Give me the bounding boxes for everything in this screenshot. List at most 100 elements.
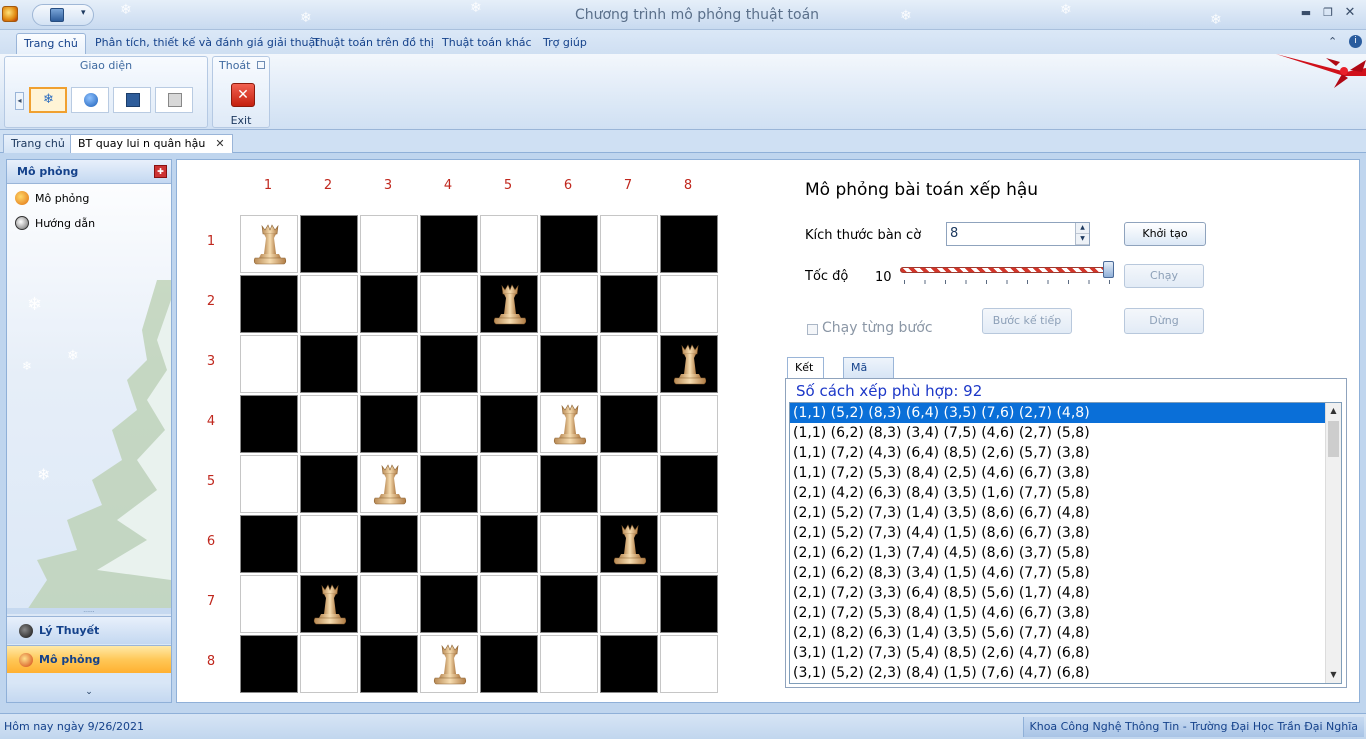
board-cell[interactable] bbox=[300, 635, 358, 693]
board-cell[interactable] bbox=[360, 335, 418, 393]
board-cell[interactable] bbox=[660, 635, 718, 693]
sidebar-splitter[interactable]: ...... bbox=[7, 608, 171, 614]
solution-row[interactable]: (2,1) (6,2) (1,3) (7,4) (4,5) (8,6) (3,7… bbox=[790, 543, 1341, 563]
tab-help[interactable]: Trợ giúp bbox=[536, 33, 594, 54]
board-cell[interactable] bbox=[480, 575, 538, 633]
sidebar-item-simulation[interactable]: Mô phỏng bbox=[15, 190, 89, 208]
tab-home[interactable]: Trang chủ bbox=[16, 33, 86, 54]
exit-icon[interactable]: ✕ bbox=[231, 83, 255, 107]
theme-blue-button[interactable] bbox=[113, 87, 151, 113]
vertical-scrollbar[interactable]: ▲ ▼ bbox=[1325, 403, 1341, 683]
sidebar-configure-chevron[interactable]: ⌄ bbox=[7, 682, 171, 702]
board-cell[interactable] bbox=[480, 275, 538, 333]
spin-down-icon[interactable]: ▼ bbox=[1076, 234, 1089, 245]
board-cell[interactable] bbox=[360, 455, 418, 513]
board-cell[interactable] bbox=[360, 395, 418, 453]
board-cell[interactable] bbox=[480, 215, 538, 273]
solution-row[interactable]: (1,1) (7,2) (5,3) (8,4) (2,5) (4,6) (6,7… bbox=[790, 463, 1341, 483]
solution-row[interactable]: (1,1) (5,2) (8,3) (6,4) (3,5) (7,6) (2,7… bbox=[790, 403, 1341, 423]
board-cell[interactable] bbox=[540, 635, 598, 693]
board-cell[interactable] bbox=[360, 515, 418, 573]
board-cell[interactable] bbox=[420, 215, 478, 273]
solution-row[interactable]: (2,1) (7,2) (5,3) (8,4) (1,5) (4,6) (6,7… bbox=[790, 603, 1341, 623]
board-cell[interactable] bbox=[240, 575, 298, 633]
tab-analysis-design[interactable]: Phân tích, thiết kế và đánh giá giải thu… bbox=[88, 33, 327, 54]
speed-slider-track[interactable] bbox=[900, 267, 1110, 273]
board-cell[interactable] bbox=[300, 395, 358, 453]
board-cell[interactable] bbox=[360, 275, 418, 333]
board-cell[interactable] bbox=[540, 215, 598, 273]
solution-row[interactable]: (2,1) (4,2) (6,3) (8,4) (3,5) (1,6) (7,7… bbox=[790, 483, 1341, 503]
scroll-down-icon[interactable]: ▼ bbox=[1326, 667, 1341, 683]
board-cell[interactable] bbox=[660, 395, 718, 453]
board-cell[interactable] bbox=[600, 635, 658, 693]
board-cell[interactable] bbox=[480, 395, 538, 453]
solution-row[interactable]: (2,1) (7,2) (3,3) (6,4) (8,5) (5,6) (1,7… bbox=[790, 583, 1341, 603]
board-cell[interactable] bbox=[600, 575, 658, 633]
doc-tab-n-queens[interactable]: BT quay lui n quân hậu ✕ bbox=[70, 134, 233, 154]
speed-slider-thumb[interactable] bbox=[1103, 261, 1114, 278]
board-cell[interactable] bbox=[540, 275, 598, 333]
next-step-button[interactable]: Bước kế tiếp bbox=[982, 308, 1072, 334]
help-icon[interactable]: i bbox=[1349, 35, 1362, 48]
sidebar-section-theory[interactable]: Lý Thuyết bbox=[7, 616, 171, 644]
board-cell[interactable] bbox=[660, 575, 718, 633]
board-cell[interactable] bbox=[540, 335, 598, 393]
board-size-spinner[interactable]: 8 ▲ ▼ bbox=[946, 222, 1090, 246]
board-cell[interactable] bbox=[360, 575, 418, 633]
solution-row[interactable]: (1,1) (6,2) (8,3) (3,4) (7,5) (4,6) (2,7… bbox=[790, 423, 1341, 443]
sidebar-section-simulation[interactable]: Mô phỏng bbox=[7, 645, 171, 673]
board-cell[interactable] bbox=[600, 455, 658, 513]
board-cell[interactable] bbox=[360, 215, 418, 273]
theme-apple-button[interactable] bbox=[71, 87, 109, 113]
solution-row[interactable]: (2,1) (6,2) (8,3) (3,4) (1,5) (4,6) (7,7… bbox=[790, 563, 1341, 583]
solution-row[interactable]: (1,1) (7,2) (4,3) (6,4) (8,5) (2,6) (5,7… bbox=[790, 443, 1341, 463]
board-cell[interactable] bbox=[360, 635, 418, 693]
tab-source-code[interactable]: Mã nguồn bbox=[843, 357, 894, 394]
board-cell[interactable] bbox=[300, 455, 358, 513]
stop-button[interactable]: Dừng bbox=[1124, 308, 1204, 334]
solution-row[interactable]: (3,1) (1,2) (7,3) (5,4) (8,5) (2,6) (4,7… bbox=[790, 643, 1341, 663]
board-cell[interactable] bbox=[300, 575, 358, 633]
board-cell[interactable] bbox=[480, 635, 538, 693]
board-cell[interactable] bbox=[540, 395, 598, 453]
board-cell[interactable] bbox=[600, 215, 658, 273]
board-cell[interactable] bbox=[240, 395, 298, 453]
board-cell[interactable] bbox=[480, 515, 538, 573]
init-button[interactable]: Khởi tạo bbox=[1124, 222, 1206, 246]
board-cell[interactable] bbox=[420, 395, 478, 453]
board-cell[interactable] bbox=[660, 515, 718, 573]
board-cell[interactable] bbox=[600, 275, 658, 333]
board-cell[interactable] bbox=[660, 275, 718, 333]
tab-other-algorithms[interactable]: Thuật toán khác bbox=[435, 33, 539, 54]
board-cell[interactable] bbox=[300, 335, 358, 393]
board-cell[interactable] bbox=[420, 575, 478, 633]
board-cell[interactable] bbox=[540, 515, 598, 573]
board-cell[interactable] bbox=[540, 575, 598, 633]
solution-list[interactable]: (1,1) (5,2) (8,3) (6,4) (3,5) (7,6) (2,7… bbox=[789, 402, 1342, 684]
tab-graph-algorithms[interactable]: Thuật toán trên đồ thị bbox=[306, 33, 441, 54]
board-cell[interactable] bbox=[300, 515, 358, 573]
theme-grey-button[interactable] bbox=[155, 87, 193, 113]
sidebar-item-guide[interactable]: Hướng dẫn bbox=[15, 215, 95, 233]
board-cell[interactable] bbox=[240, 215, 298, 273]
run-button[interactable]: Chạy bbox=[1124, 264, 1204, 288]
board-cell[interactable] bbox=[240, 275, 298, 333]
doc-tab-home[interactable]: Trang chủ bbox=[3, 134, 73, 154]
solution-row[interactable]: (2,1) (5,2) (7,3) (4,4) (1,5) (8,6) (6,7… bbox=[790, 523, 1341, 543]
pin-icon[interactable]: ✚ bbox=[154, 165, 167, 178]
gallery-scroll-left[interactable]: ◂ bbox=[15, 92, 24, 110]
board-cell[interactable] bbox=[480, 455, 538, 513]
collapse-ribbon-icon[interactable]: ⌃ bbox=[1328, 35, 1337, 48]
board-cell[interactable] bbox=[600, 395, 658, 453]
tab-result[interactable]: Kết quả bbox=[787, 357, 824, 394]
exit-button[interactable]: Exit bbox=[213, 114, 269, 127]
board-cell[interactable] bbox=[480, 335, 538, 393]
board-cell[interactable] bbox=[420, 635, 478, 693]
board-cell[interactable] bbox=[600, 335, 658, 393]
board-cell[interactable] bbox=[420, 455, 478, 513]
scroll-up-icon[interactable]: ▲ bbox=[1326, 403, 1341, 419]
board-cell[interactable] bbox=[300, 275, 358, 333]
board-cell[interactable] bbox=[600, 515, 658, 573]
solution-row[interactable]: (3,1) (5,2) (2,3) (8,4) (1,5) (7,6) (4,7… bbox=[790, 663, 1341, 683]
